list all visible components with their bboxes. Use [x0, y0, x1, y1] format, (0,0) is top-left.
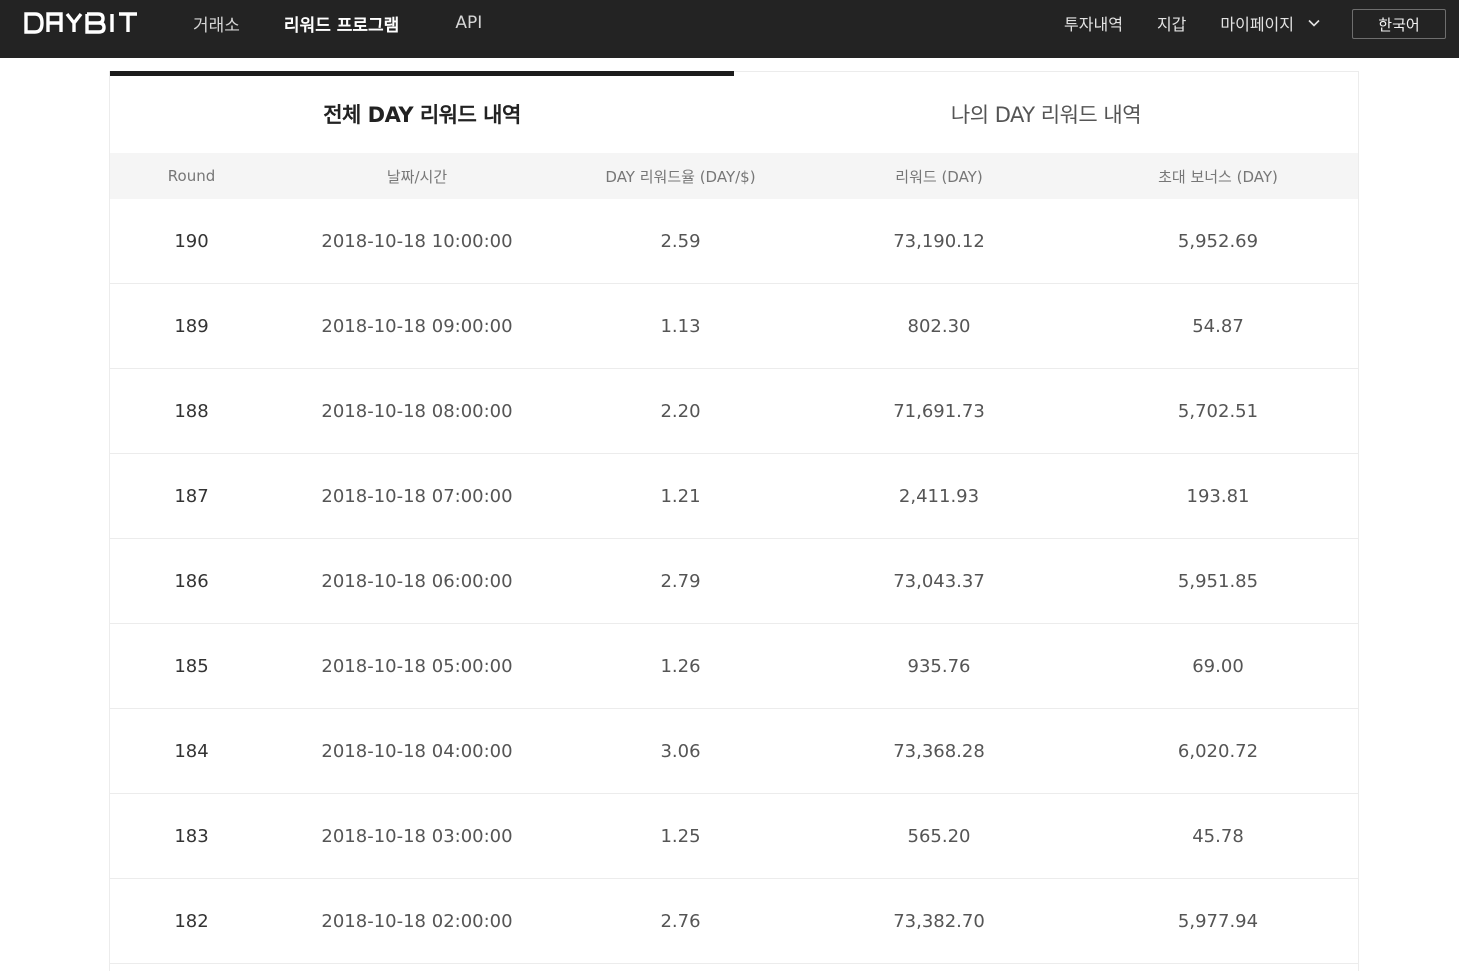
- cell-datetime: 2018-10-18 04:00:00: [321, 740, 513, 762]
- cell-bonus: 5,952.69: [1177, 230, 1259, 252]
- user-menu: 투자내역 지갑 마이페이지 한국어: [1064, 0, 1459, 46]
- cell-round: 187: [174, 485, 209, 507]
- cell-rate: 1.21: [660, 485, 701, 507]
- cell-datetime: 2018-10-18 06:00:00: [321, 570, 513, 592]
- nav-reward-program[interactable]: 리워드 프로그램: [284, 11, 399, 36]
- cell-reward: 565.20: [907, 825, 971, 847]
- cell-bonus: 5,951.85: [1177, 570, 1259, 592]
- cell-rate: 1.26: [660, 655, 701, 677]
- cell-bonus: 45.78: [1192, 825, 1244, 847]
- chevron-down-icon: [1308, 19, 1320, 27]
- main-menu: 거래소 리워드 프로그램 API: [193, 0, 526, 46]
- cell-bonus: 6,020.72: [1177, 740, 1259, 762]
- header-datetime: 날짜/시간: [386, 167, 448, 186]
- cell-reward: 71,691.73: [893, 400, 985, 422]
- cell-round: 182: [174, 910, 209, 932]
- cell-rate: 2.20: [660, 400, 701, 422]
- table-row: 185 2018-10-18 05:00:00 1.26 935.76 69.0…: [110, 624, 1358, 709]
- header-rate: DAY 리워드율 (DAY/$): [605, 167, 756, 186]
- cell-reward: 802.30: [907, 315, 971, 337]
- table-row: 186 2018-10-18 06:00:00 2.79 73,043.37 5…: [110, 539, 1358, 624]
- table-row: 183 2018-10-18 03:00:00 1.25 565.20 45.7…: [110, 794, 1358, 879]
- cell-bonus: 54.87: [1192, 315, 1244, 337]
- table-row: 187 2018-10-18 07:00:00 1.21 2,411.93 19…: [110, 454, 1358, 539]
- header-reward: 리워드 (DAY): [895, 167, 983, 186]
- cell-bonus: 193.81: [1186, 485, 1250, 507]
- nav-wallet[interactable]: 지갑: [1157, 11, 1186, 35]
- cell-bonus: 5,702.51: [1177, 400, 1259, 422]
- cell-round: 184: [174, 740, 209, 762]
- header-round: Round: [167, 167, 216, 185]
- nav-mypage-dropdown[interactable]: 마이페이지: [1220, 11, 1320, 35]
- nav-api[interactable]: API: [455, 13, 482, 33]
- header-bonus: 초대 보너스 (DAY): [1158, 167, 1278, 186]
- tab-my-day-rewards[interactable]: 나의 DAY 리워드 내역: [734, 72, 1358, 153]
- cell-datetime: 2018-10-18 09:00:00: [321, 315, 513, 337]
- nav-mypage-label: 마이페이지: [1220, 15, 1294, 34]
- cell-datetime: 2018-10-18 02:00:00: [321, 910, 513, 932]
- cell-reward: 935.76: [907, 655, 971, 677]
- language-button[interactable]: 한국어: [1352, 9, 1446, 39]
- table-row: 190 2018-10-18 10:00:00 2.59 73,190.12 5…: [110, 199, 1358, 284]
- cell-round: 186: [174, 570, 209, 592]
- table-row: 184 2018-10-18 04:00:00 3.06 73,368.28 6…: [110, 709, 1358, 794]
- table-header: Round 날짜/시간 DAY 리워드율 (DAY/$) 리워드 (DAY) 초…: [110, 153, 1358, 199]
- reward-history-panel: 전체 DAY 리워드 내역 나의 DAY 리워드 내역 Round 날짜/시간 …: [109, 71, 1359, 971]
- cell-bonus: 69.00: [1192, 655, 1244, 677]
- top-navigation: 거래소 리워드 프로그램 API 투자내역 지갑 마이페이지 한국어: [0, 0, 1459, 58]
- table-row: 189 2018-10-18 09:00:00 1.13 802.30 54.8…: [110, 284, 1358, 369]
- cell-rate: 1.13: [660, 315, 701, 337]
- table-row: 188 2018-10-18 08:00:00 2.20 71,691.73 5…: [110, 369, 1358, 454]
- cell-round: 185: [174, 655, 209, 677]
- nav-exchange[interactable]: 거래소: [193, 11, 240, 36]
- cell-reward: 73,043.37: [893, 570, 985, 592]
- cell-round: 183: [174, 825, 209, 847]
- cell-rate: 2.79: [660, 570, 701, 592]
- daybit-logo-mark: [24, 12, 137, 34]
- reward-tabs: 전체 DAY 리워드 내역 나의 DAY 리워드 내역: [110, 71, 1358, 153]
- cell-round: 190: [174, 230, 209, 252]
- cell-reward: 73,368.28: [893, 740, 985, 762]
- reward-table: Round 날짜/시간 DAY 리워드율 (DAY/$) 리워드 (DAY) 초…: [110, 153, 1358, 964]
- daybit-logo[interactable]: [24, 11, 154, 35]
- cell-rate: 2.76: [660, 910, 701, 932]
- cell-datetime: 2018-10-18 05:00:00: [321, 655, 513, 677]
- cell-reward: 73,190.12: [893, 230, 985, 252]
- cell-bonus: 5,977.94: [1177, 910, 1259, 932]
- cell-datetime: 2018-10-18 10:00:00: [321, 230, 513, 252]
- tab-all-day-rewards[interactable]: 전체 DAY 리워드 내역: [110, 71, 734, 152]
- cell-rate: 2.59: [660, 230, 701, 252]
- cell-datetime: 2018-10-18 07:00:00: [321, 485, 513, 507]
- cell-round: 189: [174, 315, 209, 337]
- table-row: 182 2018-10-18 02:00:00 2.76 73,382.70 5…: [110, 879, 1358, 964]
- cell-reward: 2,411.93: [898, 485, 980, 507]
- cell-rate: 1.25: [660, 825, 701, 847]
- cell-rate: 3.06: [660, 740, 701, 762]
- cell-datetime: 2018-10-18 08:00:00: [321, 400, 513, 422]
- cell-reward: 73,382.70: [893, 910, 985, 932]
- nav-investment-history[interactable]: 투자내역: [1064, 11, 1123, 35]
- cell-datetime: 2018-10-18 03:00:00: [321, 825, 513, 847]
- cell-round: 188: [174, 400, 209, 422]
